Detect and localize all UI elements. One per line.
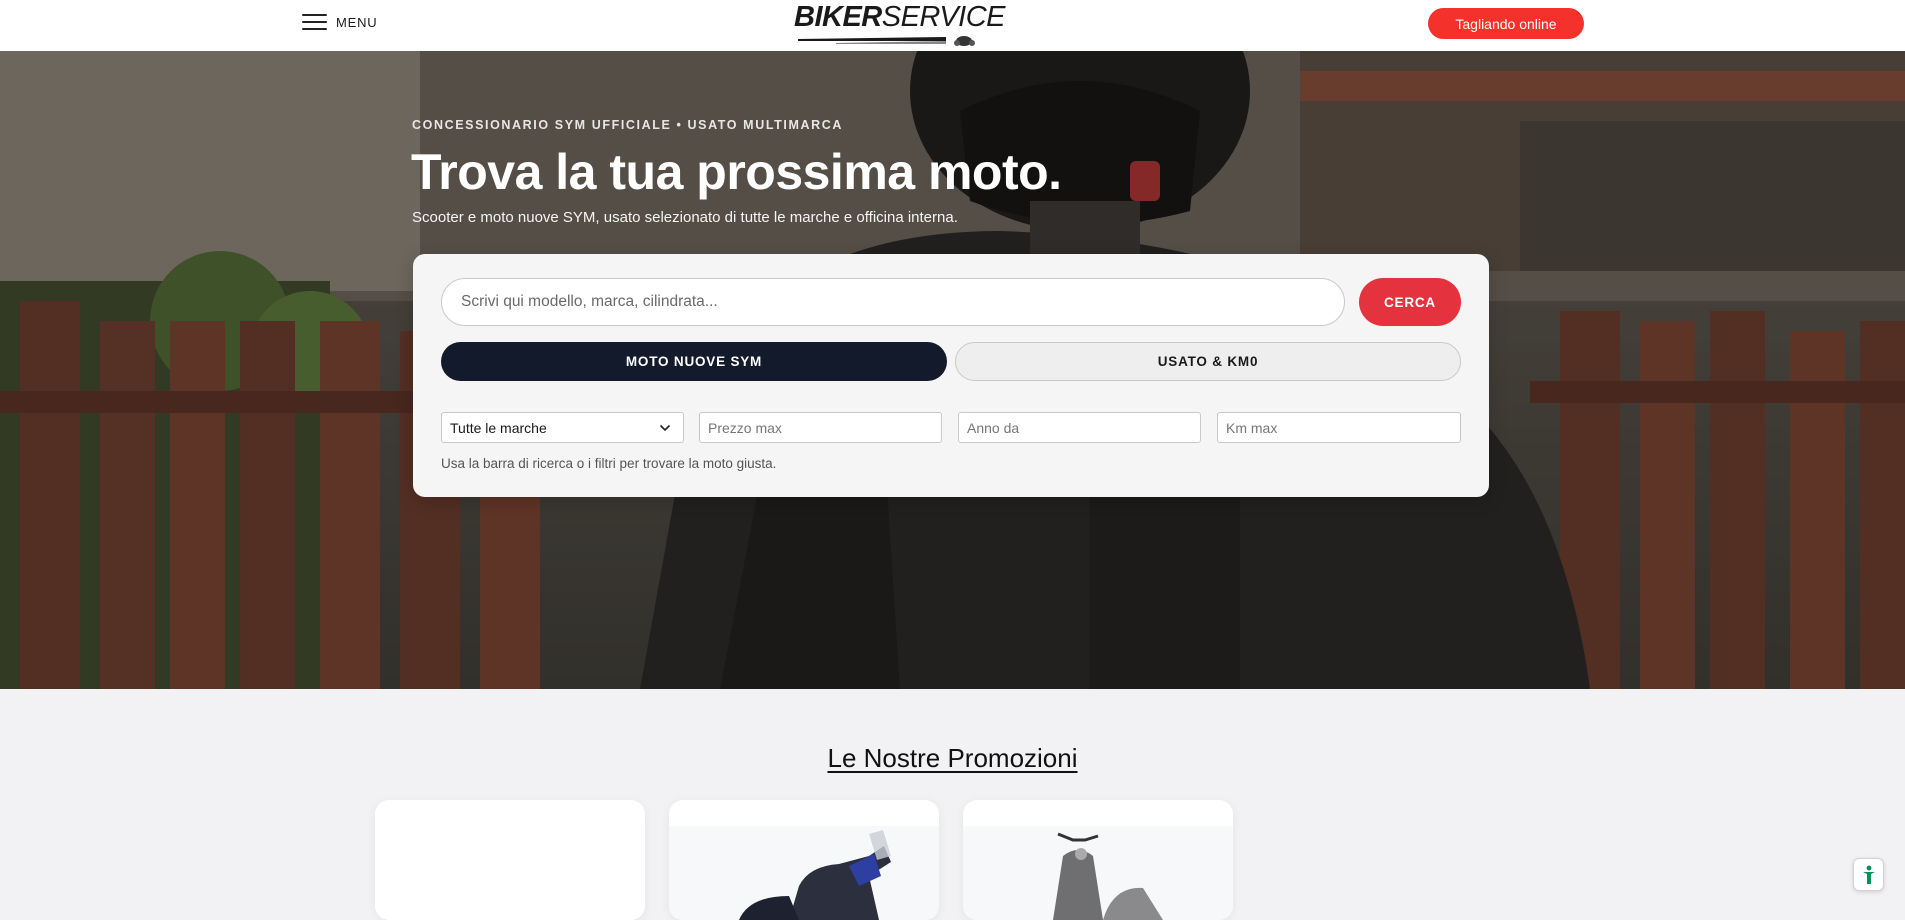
promotions-title: Le Nostre Promozioni bbox=[827, 743, 1078, 773]
brand-select-value: Tutte le marche bbox=[450, 419, 547, 436]
brand-select[interactable]: Tutte le marche bbox=[441, 412, 684, 443]
promo-card[interactable] bbox=[669, 800, 939, 920]
search-hint: Usa la barra di ricerca o i filtri per t… bbox=[441, 456, 777, 471]
search-card: CERCA MOTO NUOVE SYM USATO & KM0 Tutte l… bbox=[413, 254, 1489, 497]
scooter-image bbox=[739, 830, 891, 920]
search-input[interactable] bbox=[441, 278, 1345, 326]
promo-card[interactable] bbox=[375, 800, 645, 920]
accessibility-icon bbox=[1862, 865, 1875, 884]
tab-usato-km0[interactable]: USATO & KM0 bbox=[955, 342, 1461, 381]
site-header: MENU BIKERSERVICE Tagliando online bbox=[0, 0, 1905, 51]
tab-moto-nuove-sym[interactable]: MOTO NUOVE SYM bbox=[441, 342, 947, 381]
max-km-input[interactable]: Km max bbox=[1217, 412, 1461, 443]
logo-wordmark: BIKERSERVICE bbox=[794, 1, 1006, 33]
promo-scooter-image bbox=[963, 826, 1233, 920]
hero-section: CONCESSIONARIO SYM UFFICIALE • USATO MUL… bbox=[0, 51, 1905, 689]
tagliando-online-button[interactable]: Tagliando online bbox=[1428, 8, 1584, 39]
hero-title: Trova la tua prossima moto. bbox=[411, 144, 1062, 200]
logo-swoosh-icon bbox=[798, 36, 975, 46]
promo-card[interactable] bbox=[963, 800, 1233, 920]
max-price-input[interactable]: Prezzo max bbox=[699, 412, 942, 443]
hero-subtitle: Scooter e moto nuove SYM, usato selezion… bbox=[412, 209, 958, 226]
accessibility-button[interactable] bbox=[1853, 858, 1884, 891]
promo-scooter-image bbox=[669, 826, 939, 920]
menu-label: MENU bbox=[336, 14, 378, 30]
menu-button[interactable]: MENU bbox=[302, 13, 377, 31]
biker-service-logo[interactable]: BIKERSERVICE bbox=[790, 0, 1006, 48]
search-button[interactable]: CERCA bbox=[1359, 278, 1461, 326]
hamburger-icon bbox=[302, 13, 327, 31]
year-from-input[interactable]: Anno da bbox=[958, 412, 1201, 443]
scooter-image bbox=[1053, 832, 1163, 920]
chevron-down-icon bbox=[659, 424, 671, 432]
hero-kicker: CONCESSIONARIO SYM UFFICIALE • USATO MUL… bbox=[412, 118, 843, 132]
